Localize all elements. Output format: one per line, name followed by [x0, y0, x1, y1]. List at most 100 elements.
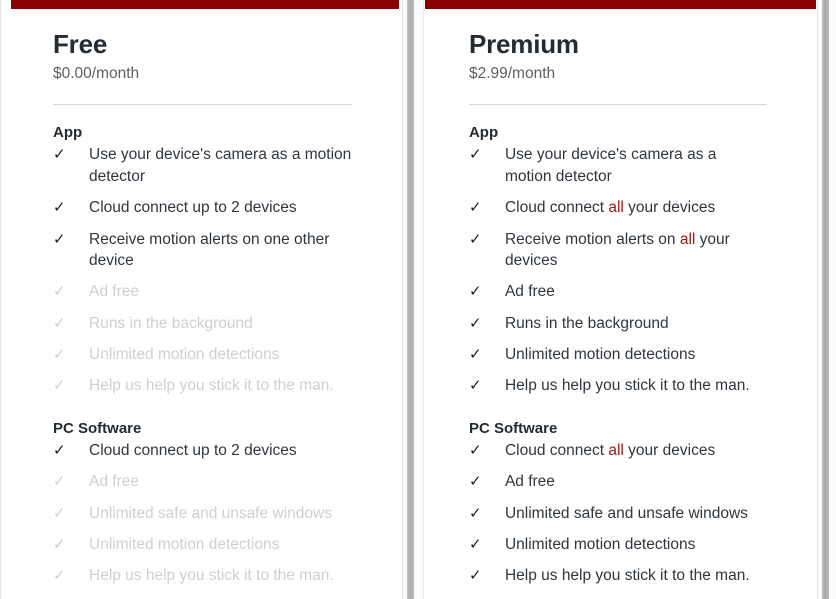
feature-label: Runs in the background [504, 314, 669, 332]
feature-item: ✓ Unlimited safe and unsafe windows [469, 503, 767, 524]
check-icon: ✓ [53, 567, 66, 585]
feature-group-title: PC Software [53, 419, 142, 437]
feature-label: Runs in the background [89, 314, 253, 332]
plan-price: $0.00/month [53, 64, 140, 82]
feature-label: Cloud connect up to 2 devices [89, 441, 297, 459]
scrollbar-right[interactable] [818, 0, 836, 599]
pricing-card-premium[interactable]: Premium $2.99/month App ✓ Use your device… [422, 0, 818, 599]
check-icon: ✓ [468, 346, 482, 364]
feature-label: Unlimited safe and unsafe windows [504, 504, 748, 522]
feature-item: ✓ Unlimited safe and unsafe windows [53, 503, 352, 524]
feature-item: ✓ Unlimited motion detections [53, 344, 352, 365]
feature-label: Use your device's camera as a motion det… [89, 146, 352, 185]
feature-label: Help us help you stick it to the man. [504, 377, 750, 395]
feature-item: ✓ Cloud connect all your devices [469, 440, 767, 461]
feature-group-title: App [53, 124, 83, 142]
feature-item: ✓ Receive motion alerts on all your devic… [469, 229, 767, 272]
feature-label: Unlimited motion detections [504, 346, 696, 364]
feature-item: ✓ Runs in the background [53, 313, 352, 334]
plan-name: Free [53, 29, 108, 59]
feature-label: Unlimited safe and unsafe windows [89, 504, 332, 522]
feature-group-app: App ✓ Use your device's camera as a motio… [53, 124, 352, 396]
check-icon: ✓ [53, 441, 66, 459]
highlighted-word: all [679, 230, 696, 248]
feature-label: Cloud connect all your devices [504, 199, 716, 217]
feature-item: ✓ Cloud connect up to 2 devices [53, 197, 352, 218]
feature-group-app: App ✓ Use your device's camera as a motio… [469, 124, 767, 396]
feature-item: ✓ Runs in the background [469, 313, 767, 334]
pricing-card-free[interactable]: Free $0.00/month App ✓ Use your device's … [0, 0, 403, 599]
feature-item: ✓ Use your device's camera as a motion de… [469, 144, 767, 187]
feature-list: ✓ Use your device's camera as a motion de… [469, 144, 767, 396]
highlighted-word: all [608, 441, 624, 459]
feature-item: ✓ Unlimited motion detections [469, 534, 767, 555]
check-icon: ✓ [53, 377, 66, 395]
feature-label: Unlimited motion detections [504, 535, 696, 553]
card-accent-bar [11, 0, 399, 9]
feature-list: ✓ Cloud connect all your devices ✓ Ad free ✓… [469, 440, 767, 587]
feature-item: ✓ Ad free [469, 471, 767, 492]
check-icon: ✓ [53, 473, 66, 491]
feature-label: Ad free [504, 473, 555, 491]
feature-label: Ad free [89, 283, 139, 301]
feature-item: ✓ Help us help you stick it to the man. [53, 565, 352, 586]
feature-item: ✓ Cloud connect all your devices [469, 197, 767, 218]
feature-item: ✓ Cloud connect up to 2 devices [53, 440, 352, 461]
feature-item: ✓ Help us help you stick it to the man. [469, 375, 767, 396]
plan-header: Free $0.00/month [53, 9, 352, 83]
feature-label: Cloud connect up to 2 devices [89, 199, 297, 217]
check-icon: ✓ [468, 283, 482, 301]
check-icon: ✓ [468, 441, 482, 459]
feature-label: Receive motion alerts on all your device… [504, 230, 730, 269]
feature-label: Cloud connect all your devices [504, 441, 716, 459]
feature-label: Unlimited motion detections [89, 535, 280, 553]
check-icon: ✓ [468, 473, 482, 491]
check-icon: ✓ [53, 230, 66, 248]
feature-list: ✓ Use your device's camera as a motion de… [53, 144, 352, 396]
feature-item: ✓ Receive motion alerts on one other devi… [53, 229, 352, 272]
feature-item: ✓ Ad free [53, 281, 352, 302]
check-icon: ✓ [53, 346, 66, 364]
feature-group-pc-software: PC Software ✓ Cloud connect all your devi… [469, 420, 767, 587]
plan-price: $2.99/month [468, 64, 556, 82]
check-icon: ✓ [468, 146, 482, 164]
feature-item: ✓ Help us help you stick it to the man. [53, 375, 352, 396]
check-icon: ✓ [468, 535, 482, 553]
header-divider [468, 104, 767, 106]
check-icon: ✓ [53, 199, 66, 217]
feature-item: ✓ Ad free [53, 471, 352, 492]
feature-label: Receive motion alerts on one other devic… [89, 230, 330, 269]
pricing-comparison: Free $0.00/month App ✓ Use your device's … [0, 0, 836, 599]
feature-label: Ad free [504, 283, 555, 301]
feature-label: Help us help you stick it to the man. [89, 567, 334, 585]
feature-group-title: App [468, 124, 499, 142]
feature-group-pc-software: PC Software ✓ Cloud connect up to 2 devic… [53, 420, 352, 587]
feature-label: Ad free [89, 473, 139, 491]
feature-item: ✓ Unlimited motion detections [469, 344, 767, 365]
header-divider [53, 104, 352, 106]
feature-item: ✓ Help us help you stick it to the man. [469, 565, 767, 586]
check-icon: ✓ [53, 535, 66, 553]
check-icon: ✓ [53, 314, 66, 332]
check-icon: ✓ [53, 504, 66, 522]
plan-name: Premium [468, 29, 579, 59]
feature-label: Unlimited motion detections [89, 346, 280, 364]
card-accent-bar [424, 0, 816, 9]
feature-item: ✓ Unlimited motion detections [53, 534, 352, 555]
feature-label: Help us help you stick it to the man. [89, 377, 334, 395]
check-icon: ✓ [468, 504, 482, 522]
check-icon: ✓ [53, 146, 66, 164]
check-icon: ✓ [468, 314, 482, 332]
check-icon: ✓ [468, 199, 482, 217]
feature-label: Help us help you stick it to the man. [504, 567, 750, 585]
feature-label: Use your device's camera as a motion det… [504, 146, 717, 185]
plan-header: Premium $2.99/month [469, 9, 767, 83]
feature-item: ✓ Ad free [469, 281, 767, 302]
feature-group-title: PC Software [468, 419, 558, 437]
check-icon: ✓ [53, 283, 66, 301]
feature-item: ✓ Use your device's camera as a motion de… [53, 144, 352, 187]
highlighted-word: all [608, 199, 624, 217]
feature-list: ✓ Cloud connect up to 2 devices ✓ Ad free ✓ U… [53, 440, 352, 587]
check-icon: ✓ [468, 230, 482, 248]
scrollbar-middle[interactable] [402, 0, 423, 599]
